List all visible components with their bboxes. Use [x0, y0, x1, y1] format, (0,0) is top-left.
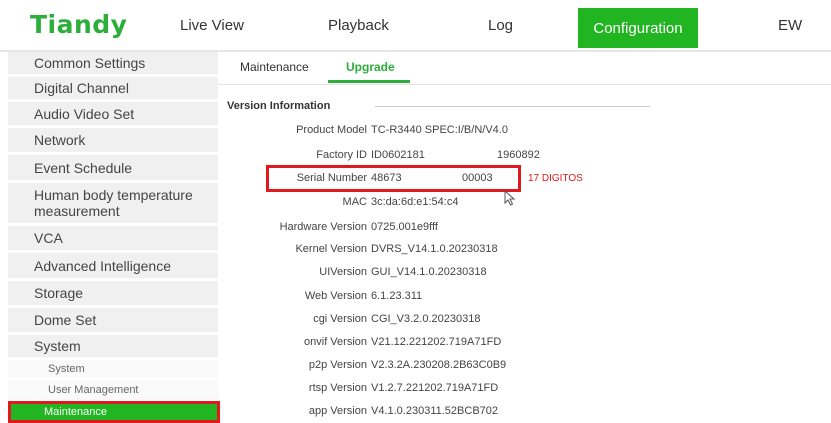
tab-maintenance[interactable]: Maintenance [240, 60, 309, 74]
sidebar-item-advanced-intelligence[interactable]: Advanced Intelligence [8, 253, 218, 278]
hardware-version-value: 0725.001e9fff [371, 221, 438, 233]
product-model-label: Product Model [296, 124, 367, 136]
mouse-pointer-icon [504, 189, 516, 211]
p2p-version-value: V2.3.2A.230208.2B63C0B9 [371, 359, 507, 371]
sidebar-subitem-system[interactable]: System [8, 360, 218, 378]
sidebar-item-storage[interactable]: Storage [8, 281, 218, 305]
sidebar-subitem-maintenance[interactable]: Maintenance [8, 401, 220, 423]
kernel-version-label: Kernel Version [295, 243, 367, 255]
web-version-label: Web Version [304, 290, 367, 302]
app-version-value: V4.1.0.230311.52BCB702 [371, 405, 499, 417]
ui-version-label: UIVersion [319, 266, 367, 278]
sidebar-item-audio-video-set[interactable]: Audio Video Set [8, 102, 218, 125]
tab-divider [218, 84, 831, 85]
sidebar-item-human-body-temperature[interactable]: Human body temperature measurement [8, 183, 218, 223]
tab-upgrade[interactable]: Upgrade [346, 60, 395, 74]
app-version-label: app Version [308, 405, 367, 417]
sidebar-item-network[interactable]: Network [8, 128, 218, 152]
product-model-value: TC-R3440 SPEC:I/B/N/V4.0 [371, 124, 508, 136]
tiandy-logo: Tiandy [30, 10, 128, 39]
nav-ew[interactable]: EW [778, 17, 802, 34]
rtsp-version-value: V1.2.7.221202.719A71FD [371, 382, 499, 394]
nav-live-view[interactable]: Live View [180, 17, 244, 34]
sidebar-item-label: measurement [34, 203, 120, 219]
sidebar-item-digital-channel[interactable]: Digital Channel [8, 77, 218, 99]
cgi-version-value: CGI_V3.2.0.20230318 [371, 313, 481, 325]
onvif-version-value: V21.12.221202.719A71FD [371, 336, 502, 348]
onvif-version-label: onvif Version [304, 336, 367, 348]
sidebar-item-event-schedule[interactable]: Event Schedule [8, 155, 218, 180]
mac-value: 3c:da:6d:e1:54:c4 [371, 196, 459, 208]
sidebar-subitem-user-management[interactable]: User Management [8, 380, 218, 400]
sidebar-item-common-settings[interactable]: Common Settings [8, 52, 218, 74]
rtsp-version-label: rtsp Version [308, 382, 367, 394]
active-tab-indicator [328, 80, 410, 83]
sidebar-item-dome-set[interactable]: Dome Set [8, 308, 218, 332]
ui-version-value: GUI_V14.1.0.20230318 [371, 266, 487, 278]
serial-number-value: 48673 [371, 172, 402, 184]
serial-annotation: 17 DIGITOS [528, 173, 583, 184]
top-nav-bar: Tiandy Live View Playback Log Configurat… [0, 0, 831, 50]
factory-id-suffix: 1960892 [497, 149, 540, 161]
nav-log[interactable]: Log [488, 17, 513, 34]
serial-number-value-end: 00003 [462, 172, 493, 184]
sidebar-item-label: Human body temperature [34, 187, 193, 203]
nav-configuration[interactable]: Configuration [578, 8, 698, 48]
factory-id-value: ID0602181 [371, 149, 425, 161]
web-version-value: 6.1.23.311 [371, 290, 423, 302]
sidebar-item-system[interactable]: System [8, 335, 218, 357]
p2p-version-label: p2p Version [308, 359, 367, 371]
nav-playback[interactable]: Playback [328, 17, 389, 34]
factory-id-label: Factory ID [316, 149, 367, 161]
serial-number-label: Serial Number [296, 172, 367, 184]
mac-label: MAC [342, 196, 367, 208]
sidebar-item-vca[interactable]: VCA [8, 226, 218, 250]
hardware-version-label: Hardware Version [279, 221, 367, 233]
section-rule [375, 106, 650, 107]
section-title: Version Information [227, 100, 331, 112]
kernel-version-value: DVRS_V14.1.0.20230318 [371, 243, 498, 255]
cgi-version-label: cgi Version [313, 313, 367, 325]
